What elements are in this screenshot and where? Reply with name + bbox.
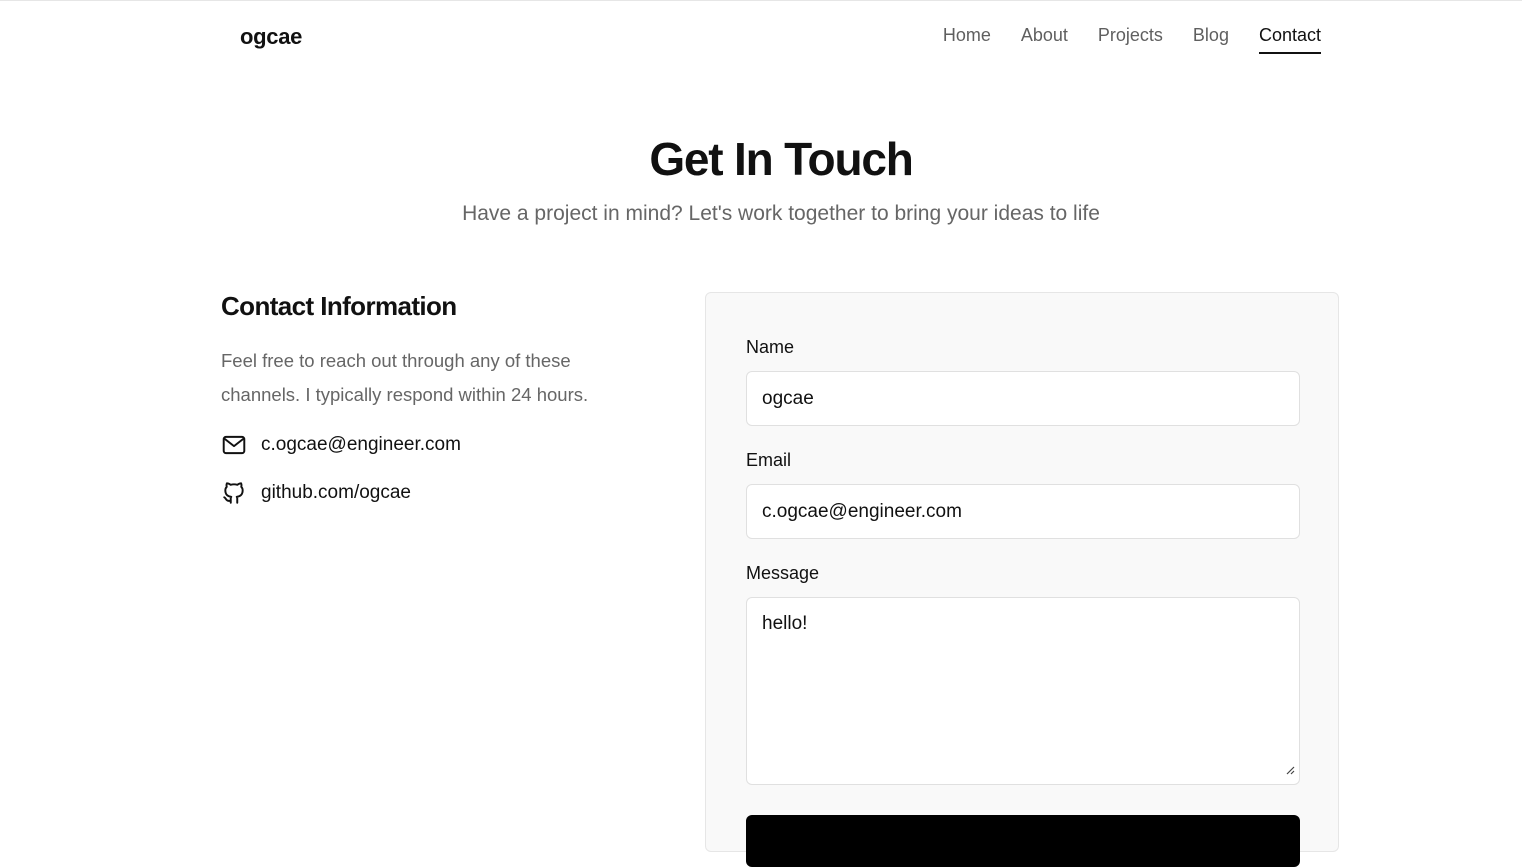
- site-logo[interactable]: ogcae: [240, 24, 302, 50]
- message-textarea[interactable]: hello!: [746, 597, 1300, 785]
- contact-info-heading: Contact Information: [221, 291, 457, 321]
- contact-form: Name ogcae Email c.ogcae@engineer.com Me…: [705, 292, 1339, 867]
- email-label: Email: [746, 450, 792, 470]
- contact-info-section: Contact Information Feel free to reach o…: [221, 291, 641, 506]
- message-label: Message: [746, 563, 820, 583]
- contact-email-text[interactable]: c.ogcae@engineer.com: [261, 434, 461, 456]
- name-input[interactable]: ogcae: [746, 371, 1300, 426]
- contact-github-text[interactable]: github.com/ogcae: [261, 482, 411, 504]
- resize-handle-icon[interactable]: [1285, 759, 1295, 781]
- mail-icon: [221, 432, 247, 458]
- name-label: Name: [746, 337, 795, 357]
- page-subtitle: Have a project in mind? Let's work toget…: [462, 202, 1100, 225]
- message-text: hello!: [762, 613, 808, 634]
- site-header: ogcae Home About Projects Blog Contact: [0, 0, 1522, 72]
- email-input[interactable]: c.ogcae@engineer.com: [746, 484, 1300, 539]
- nav-link-blog[interactable]: Blog: [1193, 25, 1229, 54]
- contact-item-github[interactable]: github.com/ogcae: [221, 480, 641, 506]
- nav-link-contact[interactable]: Contact: [1258, 25, 1321, 54]
- contact-info-description: Feel free to reach out through any of th…: [221, 350, 589, 405]
- main-nav: Home About Projects Blog Contact: [943, 25, 1321, 54]
- nav-link-home[interactable]: Home: [943, 25, 991, 54]
- nav-link-projects[interactable]: Projects: [1098, 25, 1163, 54]
- submit-button[interactable]: [746, 815, 1300, 867]
- github-icon: [221, 480, 247, 506]
- contact-item-email[interactable]: c.ogcae@engineer.com: [221, 432, 641, 458]
- page-title: Get In Touch: [649, 133, 913, 185]
- nav-link-about[interactable]: About: [1021, 25, 1068, 54]
